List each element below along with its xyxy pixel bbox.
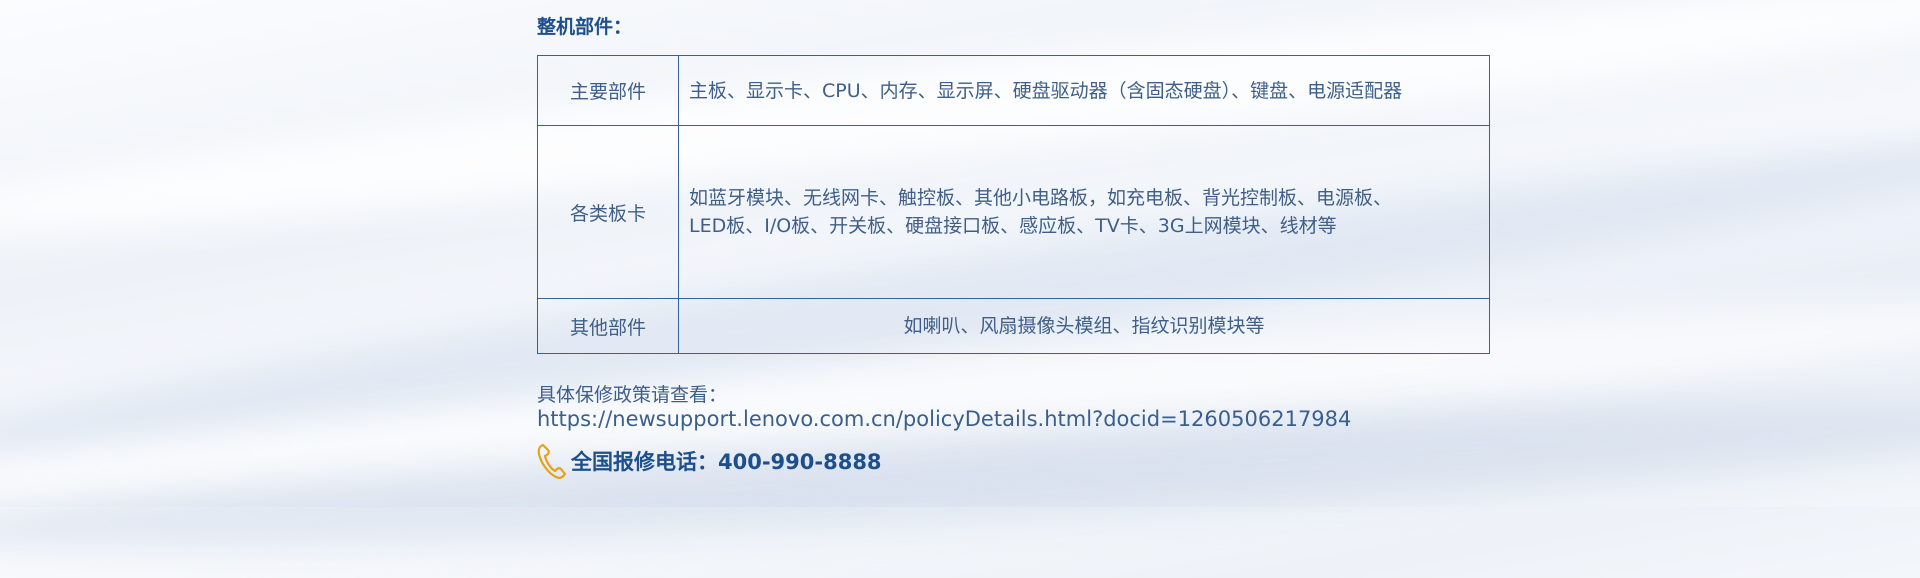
table-row: 其他部件 如喇叭、风扇摄像头模组、指纹识别模块等 — [537, 298, 1490, 354]
table-cell-category: 其他部件 — [537, 298, 679, 354]
background-streak — [0, 372, 1920, 578]
detail-line: 如蓝牙模块、无线网卡、触控板、其他小电路板，如充电板、背光控制板、电源板、 — [689, 187, 1393, 209]
table-row: 各类板卡 如蓝牙模块、无线网卡、触控板、其他小电路板，如充电板、背光控制板、电源… — [537, 125, 1490, 299]
table-cell-detail: 主板、显示卡、CPU、内存、显示屏、硬盘驱动器（含固态硬盘）、键盘、电源适配器 — [678, 55, 1490, 126]
hotline-text: 全国报修电话：400-990-8888 — [571, 450, 882, 474]
detail-line: LED板、I/O板、开关板、硬盘接口板、感应板、TV卡、3G上网模块、线材等 — [689, 215, 1337, 237]
table-cell-detail: 如蓝牙模块、无线网卡、触控板、其他小电路板，如充电板、背光控制板、电源板、 LE… — [678, 125, 1490, 299]
phone-icon — [537, 442, 567, 480]
section-title: 整机部件： — [537, 16, 633, 38]
policy-label: 具体保修政策请查看： — [537, 384, 728, 406]
parts-table: 主要部件 主板、显示卡、CPU、内存、显示屏、硬盘驱动器（含固态硬盘）、键盘、电… — [537, 55, 1490, 354]
policy-link[interactable]: https://newsupport.lenovo.com.cn/policyD… — [537, 407, 1351, 431]
table-row: 主要部件 主板、显示卡、CPU、内存、显示屏、硬盘驱动器（含固态硬盘）、键盘、电… — [537, 55, 1490, 126]
table-cell-category: 各类板卡 — [537, 125, 679, 299]
detail-line: 如喇叭、风扇摄像头模组、指纹识别模块等 — [903, 315, 1265, 337]
table-cell-category: 主要部件 — [537, 55, 679, 126]
table-cell-detail: 如喇叭、风扇摄像头模组、指纹识别模块等 — [678, 298, 1490, 354]
detail-line: 主板、显示卡、CPU、内存、显示屏、硬盘驱动器（含固态硬盘）、键盘、电源适配器 — [689, 79, 1403, 102]
hotline: 全国报修电话：400-990-8888 — [537, 442, 882, 480]
